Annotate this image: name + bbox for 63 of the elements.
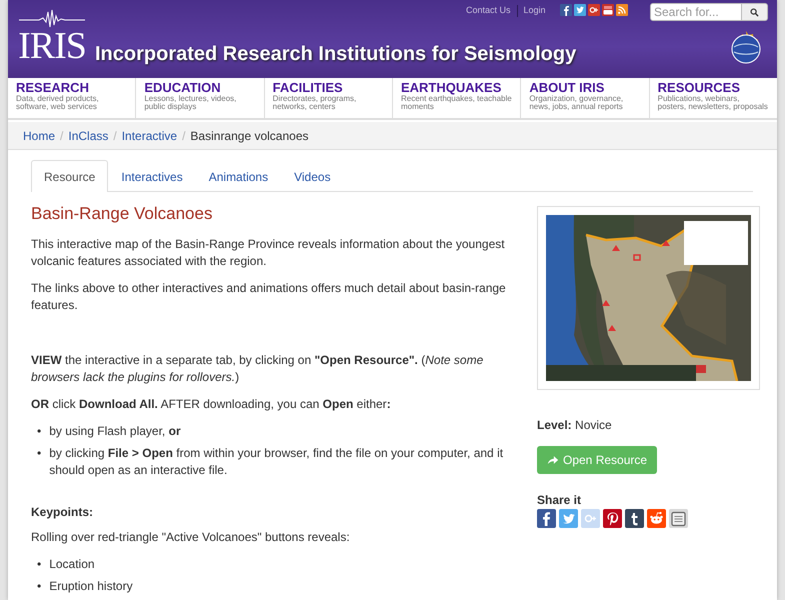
breadcrumb-current: Basinrange volcanoes [190,128,308,142]
bullet-mark: • [37,578,42,595]
paragraph: This interactive map of the Basin-Range Province reveals information about the youngest volcanic features associated with the region. [31,236,506,270]
list-item: Location [49,556,95,573]
tab[interactable]: Resource [31,160,108,192]
search-button[interactable] [742,3,768,21]
bullet-mark: • [37,423,42,440]
document-icon[interactable] [669,509,688,528]
breadcrumb-link[interactable]: InClass [68,128,108,142]
facebook-icon[interactable] [537,509,556,528]
paragraph: Rolling over red-triangle "Active Volcanoes" buttons reveals: [31,529,351,546]
nav-subtitle: Publications, webinars, posters, newsletters, proposals [658,95,769,111]
section-heading: Keypoints: [31,505,94,519]
nav-menu-item[interactable]: RESOURCES Publications, webinars, posters, newsletters, proposals [650,78,777,118]
list-item: by clicking File > Open from within your browser, find the file on your computer, and it should open as an interactive file. [49,445,504,479]
nav-title: EARTHQUAKES [400,81,502,95]
nav-subtitle: Directorates, programs, networks, centers [272,95,358,111]
breadcrumb-link[interactable]: Interactive [122,128,178,142]
breadcrumb-separator: / [113,128,117,142]
nav-title: FACILITIES [272,81,344,95]
breadcrumb-separator: / [182,128,186,142]
header-link[interactable]: Login [524,5,546,17]
nav-menu-item[interactable]: FACILITIES Directorates, programs, networks, centers [264,78,393,118]
tumblr-icon[interactable] [625,509,644,528]
header-link[interactable]: Contact Us [466,5,511,17]
site-title: Incorporated Research Institutions for Seismology [95,43,576,66]
search-icon [750,8,759,16]
page-heading: Basin-Range Volcanoes [31,204,214,224]
nav-title: EDUCATION [144,81,222,95]
list-item: by using Flash player, or [49,423,181,440]
nav-title: RESOURCES [658,81,741,95]
breadcrumb-link[interactable]: Home [23,128,56,142]
nav-subtitle: Data, derived products, software, web services [16,95,100,111]
tab[interactable]: Animations [196,160,282,192]
facebook-icon[interactable] [560,4,572,16]
list-item: Eruption history [49,578,133,595]
paragraph: The links above to other interactives and animations offers much detail about basin-range features. [31,280,507,314]
level-value: Novice [575,418,612,432]
nav-subtitle: Recent earthquakes, teachable moments [400,95,512,111]
level-label: Level: [537,418,572,432]
nav-menu-item[interactable]: EDUCATION Lessons, lectures, videos, public displays [136,78,265,118]
breadcrumb-separator: / [60,128,64,142]
bullet-mark: • [37,556,42,573]
paragraph: VIEW the interactive in a separate tab, by clicking on "Open Resource". (Note some browsers lack the plugins for rollovers.) [31,352,484,386]
nav-subtitle: Lessons, lectures, videos, public displays [144,95,238,111]
nav-title: ABOUT IRIS [529,81,606,95]
share-heading: Share it [537,493,582,507]
pinterest-icon[interactable] [603,509,622,528]
site-logo[interactable]: IRIS [18,28,86,64]
bullet-mark: • [37,445,42,462]
nav-menu-item[interactable]: RESEARCH Data, derived products, software, web services [8,78,136,118]
paragraph: OR click Download All. AFTER downloading, you can Open either: [31,396,392,413]
nav-title: RESEARCH [16,81,90,95]
share-arrow-icon [547,455,559,465]
nav-menu-item[interactable]: ABOUT IRIS Organization, governance, news, jobs, annual reports [521,78,650,118]
nav-menu-item[interactable]: EARTHQUAKES Recent earthquakes, teachable moments [392,78,522,118]
nav-subtitle: Organization, governance, news, jobs, annual reports [529,95,624,111]
google-plus-icon[interactable] [588,4,600,16]
tab[interactable]: Interactives [108,160,196,192]
seismogram-icon [19,8,85,28]
rss-icon[interactable] [616,4,628,16]
search-field[interactable]: Search for... [650,3,742,21]
tab[interactable]: Videos [281,160,344,192]
